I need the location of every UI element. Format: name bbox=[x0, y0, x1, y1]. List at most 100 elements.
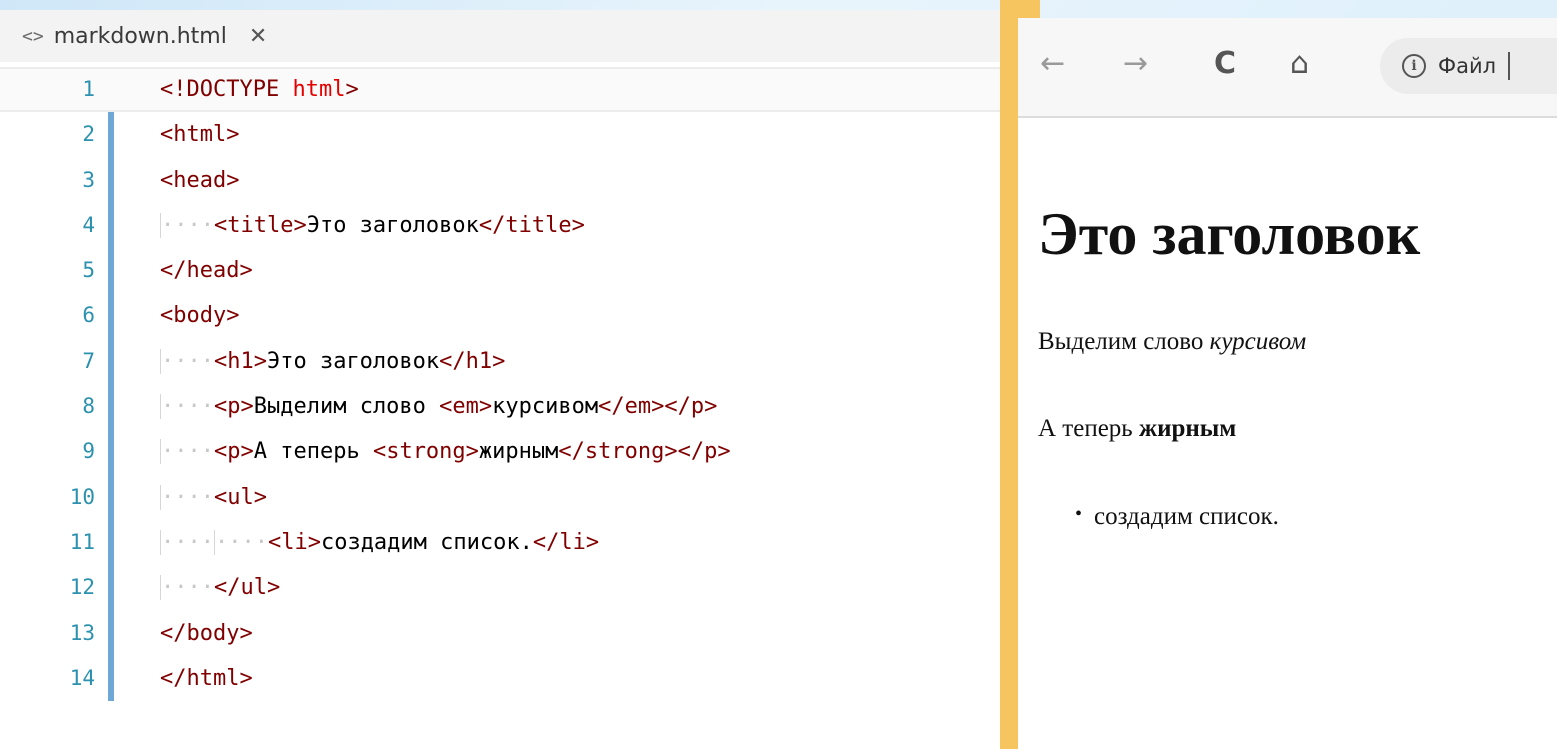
syntax-token: <li> bbox=[267, 529, 321, 555]
code-line[interactable]: 6 <body> bbox=[0, 293, 1000, 339]
change-indicator bbox=[108, 248, 114, 294]
syntax-token: <head> bbox=[160, 167, 240, 193]
back-arrow-icon[interactable]: ← bbox=[1040, 46, 1065, 81]
code-text: ····<title>Это заголовок</title> bbox=[160, 203, 585, 248]
close-icon[interactable]: ✕ bbox=[249, 24, 267, 49]
line-number: 4 bbox=[82, 212, 95, 237]
indent-guide: ···· bbox=[160, 348, 214, 374]
code-text: </head> bbox=[160, 248, 253, 293]
line-number: 13 bbox=[69, 620, 95, 645]
syntax-token: </title> bbox=[478, 212, 585, 238]
change-indicator bbox=[108, 293, 114, 339]
code-line[interactable]: 12 ····</ul> bbox=[0, 565, 1000, 611]
bullet-icon: • bbox=[1075, 503, 1083, 525]
list-item: • создадим список. bbox=[1075, 503, 1279, 531]
forward-arrow-icon[interactable]: → bbox=[1123, 46, 1148, 81]
code-content: Это заголовок bbox=[306, 212, 479, 238]
syntax-token: </html> bbox=[160, 665, 253, 691]
paragraph-italic: Выделим слово курсивом bbox=[1038, 328, 1306, 356]
code-text: ····<p>А теперь <strong>жирным</strong><… bbox=[160, 429, 731, 474]
code-file-icon: <> bbox=[22, 25, 44, 47]
syntax-token: <p> bbox=[213, 439, 254, 465]
change-indicator bbox=[108, 474, 114, 520]
indent-guide: ···· bbox=[160, 212, 214, 238]
syntax-token: <em> bbox=[439, 394, 493, 420]
indent-guide: ···· bbox=[160, 484, 214, 510]
code-content: создадим список. bbox=[320, 529, 533, 555]
browser-preview: ← → C ⌂ i Файл Это заголовок Выделим сло… bbox=[1018, 18, 1557, 749]
indent-guide: ···· bbox=[160, 529, 214, 555]
paragraph-bold: А теперь жирным bbox=[1038, 415, 1236, 443]
syntax-token: </ul> bbox=[213, 575, 281, 601]
code-line[interactable]: 3 <head> bbox=[0, 157, 1000, 203]
line-number: 11 bbox=[69, 529, 95, 554]
code-line[interactable]: 11 ········<li>создадим список.</li> bbox=[0, 519, 1000, 566]
paragraph-text: Выделим слово bbox=[1038, 328, 1210, 355]
code-line[interactable]: 5 </head> bbox=[0, 248, 1000, 294]
code-text: </body> bbox=[160, 611, 253, 656]
syntax-token: <p> bbox=[213, 394, 254, 420]
syntax-token: <strong> bbox=[372, 439, 479, 465]
code-text: <html> bbox=[160, 112, 239, 157]
change-indicator bbox=[108, 384, 114, 430]
reload-icon[interactable]: C bbox=[1214, 46, 1236, 81]
code-line[interactable]: 9 ····<p>А теперь <strong>жирным</strong>… bbox=[0, 429, 1000, 475]
browser-toolbar: ← → C ⌂ i Файл bbox=[1018, 18, 1557, 118]
line-number: 2 bbox=[82, 122, 95, 147]
line-number: 10 bbox=[69, 484, 95, 509]
syntax-token: </head> bbox=[160, 258, 253, 284]
code-text: <head> bbox=[160, 158, 239, 203]
list-item-text: создадим список. bbox=[1094, 503, 1279, 530]
tab-markdown-html[interactable]: <> markdown.html ✕ bbox=[22, 16, 267, 56]
code-text: </html> bbox=[160, 656, 253, 701]
paragraph-text: А теперь bbox=[1038, 415, 1139, 442]
change-indicator bbox=[108, 338, 114, 385]
change-indicator bbox=[108, 519, 114, 566]
line-number: 3 bbox=[82, 167, 95, 192]
tab-label: markdown.html bbox=[53, 23, 227, 49]
change-indicator bbox=[108, 610, 114, 656]
code-line[interactable]: 13 </body> bbox=[0, 610, 1000, 656]
syntax-token: <ul> bbox=[213, 484, 267, 510]
change-indicator bbox=[108, 202, 114, 249]
info-icon[interactable]: i bbox=[1402, 54, 1426, 78]
syntax-token: </em></p> bbox=[598, 394, 718, 420]
line-number: 12 bbox=[69, 575, 95, 600]
indent-guide: ···· bbox=[160, 439, 214, 465]
syntax-token: <title> bbox=[213, 212, 307, 238]
syntax-token: </li> bbox=[532, 529, 600, 555]
page-heading: Это заголовок bbox=[1038, 201, 1421, 267]
indent-guide: ···· bbox=[160, 575, 214, 601]
home-icon[interactable]: ⌂ bbox=[1290, 46, 1309, 81]
code-editor: <> markdown.html ✕ 1 <!DOCTYPE html> 2 <htm… bbox=[0, 10, 1000, 749]
syntax-token: <html> bbox=[160, 122, 240, 148]
change-indicator bbox=[108, 429, 114, 475]
code-line[interactable]: 7 ····<h1>Это заголовок</h1> bbox=[0, 338, 1000, 385]
address-bar[interactable]: i Файл bbox=[1380, 38, 1557, 94]
split-view-divider[interactable] bbox=[1000, 0, 1018, 749]
code-line[interactable]: 14 </html> bbox=[0, 655, 1000, 702]
code-line[interactable]: 10 ····<ul> bbox=[0, 474, 1000, 520]
code-text: <body> bbox=[160, 293, 239, 338]
line-number: 5 bbox=[82, 258, 95, 283]
indent-guide: ···· bbox=[160, 394, 214, 420]
address-scheme-label: Файл bbox=[1438, 54, 1497, 78]
code-line[interactable]: 4 ····<title>Это заголовок</title> bbox=[0, 202, 1000, 249]
syntax-token: </strong></p> bbox=[558, 439, 731, 465]
code-line[interactable]: 1 <!DOCTYPE html> bbox=[0, 67, 1000, 113]
line-number: 9 bbox=[82, 439, 95, 464]
code-text: ····</ul> bbox=[160, 565, 280, 610]
code-line[interactable]: 8 ····<p>Выделим слово <em>курсивом</em><… bbox=[0, 384, 1000, 430]
code-area[interactable]: 1 <!DOCTYPE html> 2 <html> 3 <head> 4 ····<titl… bbox=[0, 67, 1000, 702]
syntax-token: </body> bbox=[160, 620, 253, 646]
code-line[interactable]: 2 <html> bbox=[0, 112, 1000, 158]
syntax-token: </h1> bbox=[439, 348, 506, 374]
syntax-token: > bbox=[345, 77, 359, 102]
syntax-token: html bbox=[292, 77, 346, 102]
line-number: 8 bbox=[82, 394, 95, 419]
syntax-token: <body> bbox=[160, 303, 240, 329]
code-content: жирным bbox=[478, 439, 559, 465]
code-text: ····<ul> bbox=[160, 475, 267, 520]
line-number: 6 bbox=[82, 303, 95, 328]
code-content: А теперь bbox=[253, 439, 373, 465]
